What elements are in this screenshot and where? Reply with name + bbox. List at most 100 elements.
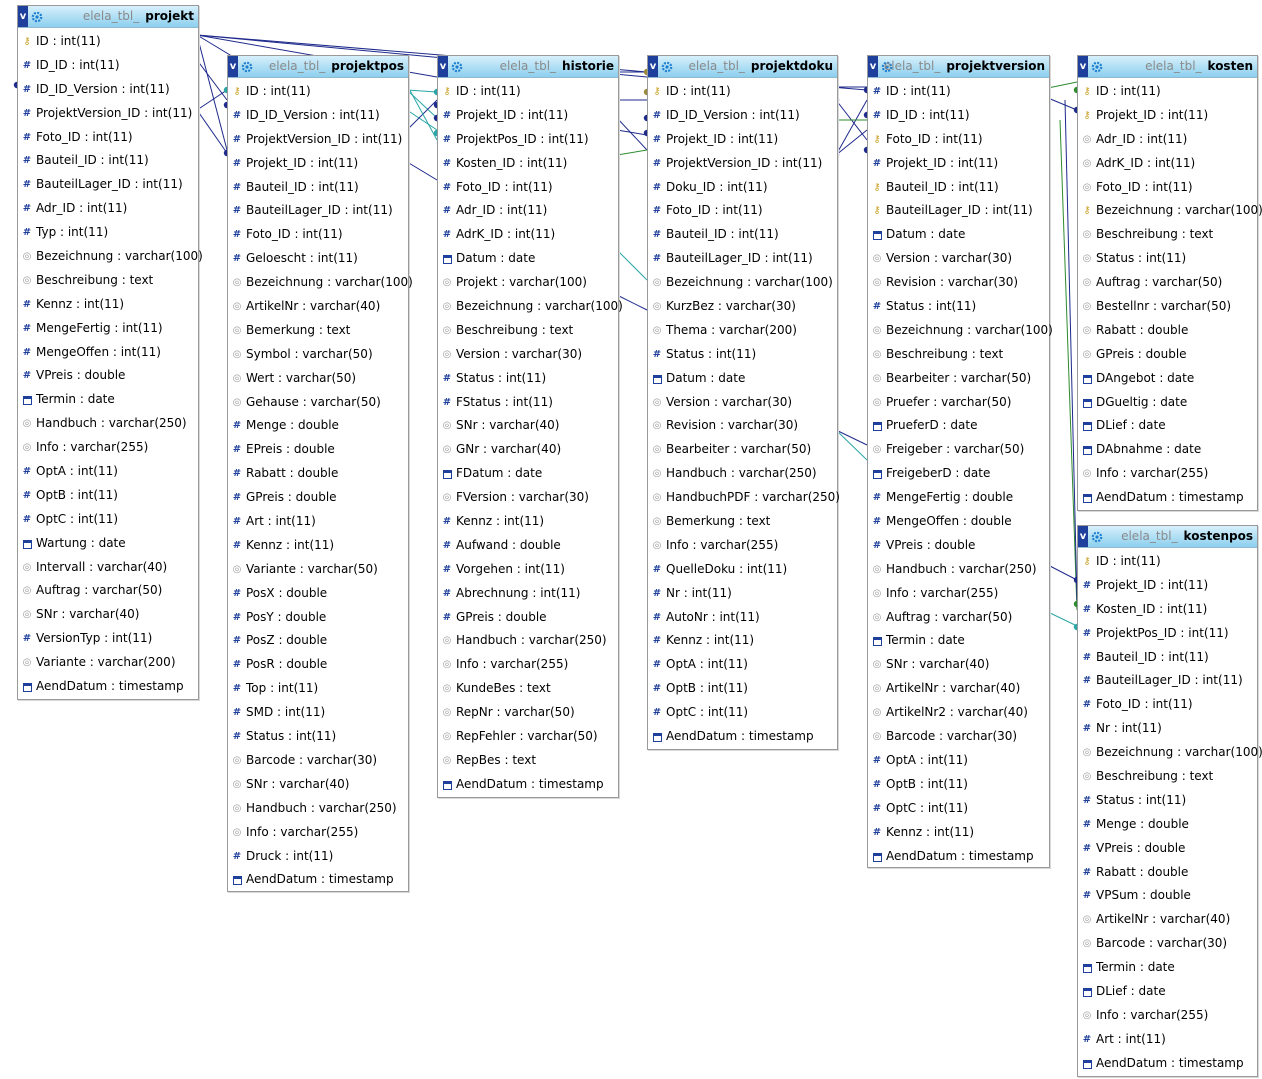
field-row[interactable]: Status : int(11) [648,343,837,367]
field-row[interactable]: Projekt_ID : int(11) [648,128,837,152]
field-row[interactable]: BauteilLager_ID : int(11) [868,199,1049,223]
field-row[interactable]: SNr : varchar(40) [438,414,618,438]
field-row[interactable]: ID : int(11) [1078,550,1257,574]
field-row[interactable]: ID : int(11) [868,80,1049,104]
field-row[interactable]: RepNr : varchar(50) [438,701,618,725]
field-row[interactable]: ArtikelNr2 : varchar(40) [868,701,1049,725]
field-row[interactable]: MengeOffen : int(11) [18,341,198,365]
table-historie[interactable]: v elela_tbl_historie ID : int(11)Projekt… [437,55,623,798]
field-row[interactable]: Rabatt : double [1078,319,1257,343]
field-row[interactable]: Auftrag : varchar(50) [1078,271,1257,295]
field-row[interactable]: PosZ : double [228,629,408,653]
field-row[interactable]: FStatus : int(11) [438,391,618,415]
field-row[interactable]: MengeOffen : double [868,510,1049,534]
field-row[interactable]: Variante : varchar(200) [18,651,198,675]
field-row[interactable]: AendDatum : timestamp [438,773,618,797]
field-row[interactable]: Datum : date [648,367,837,391]
field-row[interactable]: Bezeichnung : varchar(100) [1078,199,1262,223]
field-row[interactable]: Info : varchar(255) [868,582,1049,606]
field-row[interactable]: Status : int(11) [1078,247,1257,271]
field-row[interactable]: Projekt : varchar(100) [438,271,618,295]
field-row[interactable]: Bauteil_ID : int(11) [228,176,408,200]
field-row[interactable]: ID_ID : int(11) [18,54,198,78]
table-header[interactable]: v elela_tbl_ kostenpos [1078,526,1257,548]
field-row[interactable]: DAngebot : date [1078,367,1257,391]
field-row[interactable]: Kosten_ID : int(11) [438,152,618,176]
field-row[interactable]: VPreis : double [868,534,1049,558]
field-row[interactable]: HandbuchPDF : varchar(250) [648,486,840,510]
field-row[interactable]: Handbuch : varchar(250) [18,412,198,436]
field-row[interactable]: OptB : int(11) [648,677,837,701]
table-header[interactable]: v elela_tbl_ projekt [18,6,198,28]
field-row[interactable]: Info : varchar(255) [18,436,198,460]
field-row[interactable]: Symbol : varchar(50) [228,343,408,367]
field-row[interactable]: Barcode : varchar(30) [1078,932,1257,956]
field-row[interactable]: OptA : int(11) [18,460,198,484]
field-row[interactable]: ProjektVersion_ID : int(11) [228,128,408,152]
field-row[interactable]: Geloescht : int(11) [228,247,408,271]
field-row[interactable]: Foto_ID : int(11) [1078,693,1257,717]
field-row[interactable]: ID_ID : int(11) [868,104,1049,128]
field-row[interactable]: Bezeichnung : varchar(100) [228,271,413,295]
table-header[interactable]: v elela_tbl_ projektversion [868,56,1049,78]
field-row[interactable]: Kennz : int(11) [228,534,408,558]
field-row[interactable]: Projekt_ID : int(11) [1078,104,1257,128]
field-row[interactable]: DLief : date [1078,414,1257,438]
field-row[interactable]: Info : varchar(255) [1078,462,1257,486]
field-row[interactable]: Bauteil_ID : int(11) [18,149,198,173]
table-header[interactable]: v elela_tbl_ projektdoku [648,56,837,78]
field-row[interactable]: Status : int(11) [868,295,1049,319]
field-row[interactable]: ID_ID_Version : int(11) [18,78,198,102]
field-row[interactable]: AendDatum : timestamp [1078,1052,1257,1076]
field-row[interactable]: Nr : int(11) [648,582,837,606]
field-row[interactable]: FDatum : date [438,462,618,486]
field-row[interactable]: Projekt_ID : int(11) [228,152,408,176]
field-row[interactable]: Aufwand : double [438,534,618,558]
field-row[interactable]: Druck : int(11) [228,845,408,869]
field-row[interactable]: Projekt_ID : int(11) [1078,574,1257,598]
table-projektdoku[interactable]: v elela_tbl_projektdoku ID : int(11)ID_I… [647,55,840,750]
table-projekt[interactable]: v elela_tbl_projekt ID : int(11)ID_ID : … [17,5,203,700]
field-row[interactable]: Handbuch : varchar(250) [438,629,618,653]
field-row[interactable]: AendDatum : timestamp [648,725,837,749]
field-row[interactable]: OptC : int(11) [18,508,198,532]
field-row[interactable]: Handbuch : varchar(250) [228,797,408,821]
field-row[interactable]: Foto_ID : int(11) [228,223,408,247]
field-row[interactable]: ProjektPos_ID : int(11) [1078,622,1257,646]
table-projektversion[interactable]: v elela_tbl_projektversion ID : int(11)I… [867,55,1053,868]
field-row[interactable]: Projekt_ID : int(11) [438,104,618,128]
field-row[interactable]: Foto_ID : int(11) [1078,176,1257,200]
field-row[interactable]: Art : int(11) [1078,1028,1257,1052]
field-row[interactable]: MengeFertig : int(11) [18,317,198,341]
field-row[interactable]: AendDatum : timestamp [18,675,198,699]
field-row[interactable]: Info : varchar(255) [228,821,408,845]
field-row[interactable]: KurzBez : varchar(30) [648,295,837,319]
field-row[interactable]: Status : int(11) [228,725,408,749]
field-row[interactable]: BauteilLager_ID : int(11) [228,199,408,223]
field-row[interactable]: Wartung : date [18,532,198,556]
field-row[interactable]: Termin : date [18,388,198,412]
field-row[interactable]: Datum : date [868,223,1049,247]
field-row[interactable]: Projekt_ID : int(11) [868,152,1049,176]
field-row[interactable]: VersionTyp : int(11) [18,627,198,651]
field-row[interactable]: Revision : varchar(30) [868,271,1049,295]
field-row[interactable]: ArtikelNr : varchar(40) [868,677,1049,701]
field-row[interactable]: Kosten_ID : int(11) [1078,598,1257,622]
field-row[interactable]: AdrK_ID : int(11) [438,223,618,247]
field-row[interactable]: Kennz : int(11) [438,510,618,534]
field-row[interactable]: PosR : double [228,653,408,677]
field-row[interactable]: Foto_ID : int(11) [18,126,198,150]
field-row[interactable]: BauteilLager_ID : int(11) [1078,669,1257,693]
field-row[interactable]: ID : int(11) [18,30,198,54]
field-row[interactable]: Gehause : varchar(50) [228,391,408,415]
field-row[interactable]: Foto_ID : int(11) [868,128,1049,152]
field-row[interactable]: Bearbeiter : varchar(50) [648,438,837,462]
field-row[interactable]: Bezeichnung : varchar(100) [438,295,623,319]
field-row[interactable]: Kennz : int(11) [18,293,198,317]
field-row[interactable]: EPreis : double [228,438,408,462]
field-row[interactable]: PosX : double [228,582,408,606]
table-kostenpos[interactable]: v elela_tbl_kostenpos ID : int(11)Projek… [1077,525,1262,1077]
field-row[interactable]: SNr : varchar(40) [228,773,408,797]
field-row[interactable]: Bemerkung : text [648,510,837,534]
field-row[interactable]: ID : int(11) [438,80,618,104]
